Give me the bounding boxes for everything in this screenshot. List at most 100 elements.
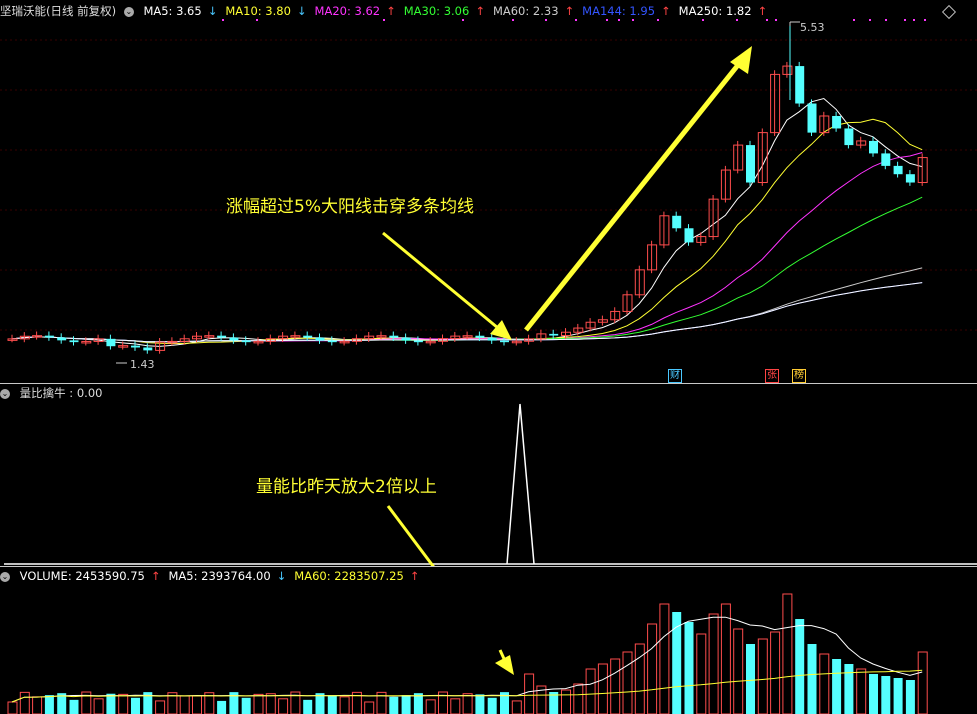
signal-dot (913, 19, 915, 21)
volume-bar-up (19, 691, 30, 714)
volume-bar-up (462, 693, 473, 714)
volume-bar-up (733, 628, 744, 714)
badge-list[interactable]: 榜 (792, 369, 806, 383)
price-pane[interactable]: 坚瑞沃能(日线 前复权) ⌄ MA5: 3.65 ↓ MA10: 3.80 ↓ MA20… (0, 0, 977, 383)
volume-bar-up (720, 603, 731, 714)
volume-bar-down (795, 619, 805, 714)
candle-body-down (549, 333, 559, 336)
volume-bar-up (770, 631, 781, 714)
indicator-chart (4, 403, 977, 566)
volume-bar-up (93, 698, 104, 714)
ma-line-20 (11, 152, 923, 343)
candle-body-down (500, 340, 509, 343)
volume-bar-down (217, 700, 227, 714)
signal-dot (632, 19, 634, 21)
volume-bar-up (118, 693, 129, 714)
volume-bar-down (844, 664, 854, 714)
volume-bar-up (7, 701, 18, 714)
volume-bar-up (265, 693, 276, 714)
volume-bar-up (278, 698, 289, 714)
volume-bar-down (106, 693, 116, 714)
volume-bar-down (475, 694, 485, 714)
volume-bar-up (597, 663, 608, 714)
volume-bar-up (917, 651, 928, 714)
candle-body-down (315, 337, 325, 341)
candle-body-down (807, 103, 817, 133)
volume-bar-down (893, 678, 903, 714)
candle-body-down (905, 174, 915, 183)
volume-bar-down (327, 695, 337, 714)
candle-body-down (401, 337, 411, 341)
volume-bar-up (757, 638, 768, 714)
indicator-pane[interactable]: ⌄ 量比擒牛 : 0.00 量能比昨天放大2倍以上 (0, 384, 977, 566)
volume-bar-up (573, 683, 584, 714)
signal-dot (766, 19, 768, 21)
candle-body-down (672, 215, 682, 229)
volume-bar-down (832, 659, 842, 714)
candle-body-down (893, 165, 903, 175)
candle-body-down (869, 140, 878, 154)
volume-bar-up (610, 658, 621, 714)
volume-chart (7, 593, 928, 714)
low-price-label: 1.43 (130, 358, 155, 371)
signal-dot (222, 19, 224, 21)
volume-bar-up (647, 623, 658, 714)
volume-bar-up (659, 603, 670, 714)
volume-bar-up (32, 696, 43, 714)
indicator-spike (506, 403, 535, 565)
candle-body-down (57, 337, 67, 341)
volume-bar-up (253, 693, 264, 714)
signal-dot (545, 19, 547, 21)
volume-bar-down (389, 696, 399, 714)
volume-bar-up (561, 689, 571, 714)
volume-bar-up (511, 700, 522, 714)
volume-bar-down (401, 695, 411, 714)
signal-dot (924, 19, 926, 21)
signal-dot (775, 19, 777, 21)
volume-bar-down (881, 676, 891, 714)
breakout-arrow-shaft (382, 231, 499, 330)
candle-body-down (795, 66, 805, 104)
volume-bar-up (364, 701, 375, 714)
ma-line-60 (11, 267, 923, 343)
volume-bar-down (487, 697, 497, 714)
volume-ma-lines (11, 616, 923, 703)
volume-pane[interactable]: ⌄ VOLUME: 2453590.75 ↑ MA5: 2393764.00 ↓ MA6… (0, 567, 977, 714)
volume-bar-down (315, 693, 325, 714)
volume-bar-up (585, 668, 596, 714)
volume-bar-up (819, 653, 830, 714)
volume-ma5-line (11, 616, 923, 703)
price-annotation: 涨幅超过5%大阳线击穿多条均线 (226, 197, 474, 217)
candle-body-down (241, 340, 251, 343)
moving-average-lines (11, 97, 923, 347)
badge-limit-up[interactable]: 张 (765, 369, 779, 383)
signal-dot (256, 19, 258, 21)
indicator-annotation: 量能比昨天放大2倍以上 (256, 477, 437, 497)
volume-bar-up (524, 673, 535, 714)
badge-finance[interactable]: 财 (668, 369, 682, 383)
signal-dot (702, 19, 704, 21)
ma-line-5 (11, 97, 923, 347)
candle-body-down (684, 228, 694, 243)
volume-bar-up (708, 613, 719, 714)
volume-bar-down (241, 697, 251, 714)
candle-body-down (413, 340, 423, 343)
candlestick-chart[interactable]: 5.53 1.43 (0, 0, 977, 383)
signal-dot (618, 19, 620, 21)
signal-dot (657, 19, 659, 21)
volume-bar-down (131, 697, 140, 714)
volume-bar-down (746, 644, 755, 714)
volume-bar-up (696, 633, 707, 714)
candle-body-down (487, 337, 497, 341)
candle-body-down (832, 115, 842, 129)
candle-body-down (303, 335, 313, 338)
candle-body-down (327, 340, 337, 343)
volume-bar-up (192, 695, 202, 714)
volume-bar-up (450, 698, 461, 714)
signal-dot (904, 19, 906, 21)
candle-body-down (131, 345, 140, 348)
volume-bar-down (905, 680, 915, 714)
candle-body-down (389, 335, 399, 338)
signal-dot (512, 19, 514, 21)
volume-bar-down (869, 674, 878, 714)
